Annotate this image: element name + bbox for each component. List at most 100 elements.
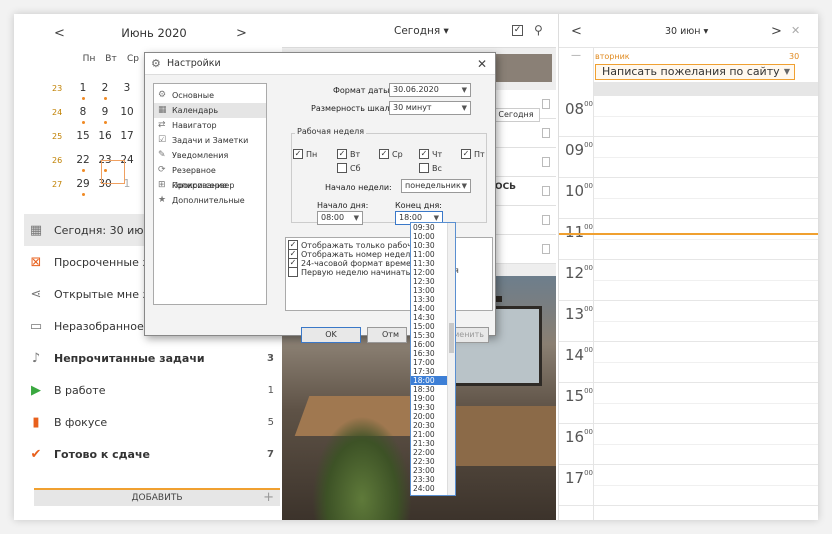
date-format-select[interactable]: 30.06.2020 ▼ <box>389 83 471 97</box>
wrench-icon: ⚙ <box>151 57 161 70</box>
weekday-checkbox[interactable]: ✓ Вт <box>337 149 360 159</box>
show-completed-checkbox[interactable]: ✓ <box>512 25 523 36</box>
settings-nav-item[interactable]: ★ Дополнительные <box>154 193 266 208</box>
dropdown-scrollbar[interactable] <box>447 223 455 495</box>
day-start-label: Начало дня: <box>317 201 369 210</box>
hour-row[interactable]: 1200 <box>559 260 818 301</box>
hour-value: 09 <box>565 141 585 159</box>
calendar-day[interactable]: 2 <box>94 82 116 100</box>
next-month-button[interactable]: > <box>236 26 247 41</box>
settings-nav-label: Уведомления <box>172 151 229 160</box>
checkbox-box[interactable] <box>419 163 429 173</box>
half-hour-line <box>593 444 818 445</box>
calendar-day[interactable]: 17 <box>116 130 138 142</box>
calendar-day[interactable]: 15 <box>72 130 94 142</box>
settings-nav-item[interactable]: ⇄ Навигатор <box>154 118 266 133</box>
hour-row[interactable]: 1000 <box>559 178 818 219</box>
weekday-checkbox[interactable]: ✓ Ср <box>379 149 403 159</box>
hour-row[interactable]: 1700 <box>559 465 818 506</box>
close-icon[interactable]: ✕ <box>791 24 800 37</box>
hour-row[interactable]: 0800 <box>559 96 818 137</box>
week-row: 24 8 9 10 <box>52 106 138 124</box>
next-day-button[interactable]: > <box>771 24 782 39</box>
settings-nav-item[interactable]: ✎ Уведомления <box>154 148 266 163</box>
bookmark-icon[interactable] <box>542 157 550 167</box>
task-list-title[interactable]: Сегодня ▾ <box>394 25 449 37</box>
day-name: вторник <box>595 52 630 61</box>
settings-nav-item[interactable]: ⟳ Резервное копирование <box>154 163 266 190</box>
weekday-checkbox[interactable]: ✓ Чт <box>419 149 442 159</box>
bookmark-icon[interactable] <box>542 128 550 138</box>
hour-row[interactable]: 1300 <box>559 301 818 342</box>
hour-minutes: 00 <box>584 387 594 395</box>
bookmark-icon[interactable] <box>542 244 550 254</box>
calendar-day[interactable]: 22 <box>72 154 94 172</box>
day-start-select[interactable]: 08:00 ▼ <box>317 211 363 225</box>
ok-button[interactable]: OK <box>301 327 361 343</box>
nav-item[interactable]: ✔ Готово к сдаче 7 <box>24 438 284 470</box>
checkbox-box[interactable]: ✓ <box>379 149 389 159</box>
close-icon[interactable]: ✕ <box>477 53 487 75</box>
checkbox-box[interactable] <box>288 267 298 277</box>
cancel-button[interactable]: Отм <box>367 327 407 343</box>
day-end-dropdown[interactable]: 09:30 10:00 10:30 11:00 11:30 12:00 12:30 13:00… <box>410 222 456 496</box>
month-header: < Июнь 2020 > <box>24 26 284 44</box>
calendar-day[interactable]: 8 <box>72 106 94 124</box>
nav-item[interactable]: ▮ В фокусе 5 <box>24 406 284 438</box>
hour-value: 11 <box>565 223 585 241</box>
hour-row[interactable]: 1100 <box>559 219 818 260</box>
calendar-day[interactable]: 9 <box>94 106 116 124</box>
checkbox-box[interactable]: ✓ <box>461 149 471 159</box>
collapse-dash[interactable]: — <box>571 50 581 61</box>
settings-nav-item[interactable]: ▦ Календарь <box>154 103 266 118</box>
scrollbar-thumb[interactable] <box>449 323 454 353</box>
hour-row[interactable]: 1400 <box>559 342 818 383</box>
work-week-label: Рабочая неделя <box>295 127 367 136</box>
bookmark-icon[interactable] <box>542 186 550 196</box>
bookmark-icon[interactable] <box>542 215 550 225</box>
all-day-task[interactable]: Написать пожелания по сайту ▼ <box>595 64 795 80</box>
calendar-day[interactable]: 16 <box>94 130 116 142</box>
weekday-checkbox[interactable]: ✓ Пн <box>293 149 317 159</box>
notify-icon: ✎ <box>158 150 166 160</box>
checkbox-box[interactable]: ✓ <box>419 149 429 159</box>
add-button[interactable]: ДОБАВИТЬ + <box>34 488 280 506</box>
settings-nav-item[interactable]: ☑ Задачи и Заметки <box>154 133 266 148</box>
weekday-checkbox[interactable]: ✓ Пт <box>461 149 485 159</box>
week-start-select[interactable]: понедельник ▼ <box>401 179 471 193</box>
chevron-down-icon[interactable]: ▼ <box>784 65 790 79</box>
hour-row[interactable]: 0900 <box>559 137 818 178</box>
hour-row[interactable]: 1600 <box>559 424 818 465</box>
option-checkbox[interactable]: Первую неделю начинать с п <box>288 267 425 277</box>
hour-value: 08 <box>565 100 585 118</box>
hour-minutes: 00 <box>584 264 594 272</box>
settings-nav-item[interactable]: ⊞ Прокси-сервер <box>154 178 266 193</box>
hour-row[interactable]: 1500 <box>559 383 818 424</box>
prev-month-button[interactable]: < <box>54 26 65 41</box>
checkbox-box[interactable] <box>337 163 347 173</box>
prev-day-button[interactable]: < <box>571 24 582 39</box>
calendar-day[interactable]: 29 <box>72 178 94 196</box>
checkbox-box[interactable]: ✓ <box>337 149 347 159</box>
calendar-day[interactable]: 10 <box>116 106 138 118</box>
scale-select[interactable]: 30 минут ▼ <box>389 101 471 115</box>
checkbox-label: Чт <box>432 149 443 159</box>
plus-icon[interactable]: + <box>263 490 274 506</box>
weekday-checkbox[interactable]: Вс <box>419 163 442 173</box>
calendar-day[interactable]: 3 <box>116 82 138 94</box>
settings-nav-label: Дополнительные <box>172 196 245 205</box>
search-icon[interactable]: ⚲ <box>534 23 543 37</box>
hour-label: 1500 <box>565 387 593 405</box>
nav-item-label: В работе <box>54 383 106 397</box>
day-number: 30 <box>789 52 800 61</box>
calendar-day[interactable]: 1 <box>72 82 94 100</box>
chevron-down-icon: ▼ <box>461 86 467 94</box>
nav-item[interactable]: ♪ Непрочитанные задачи 3 <box>24 342 284 374</box>
weekday-checkbox[interactable]: Сб <box>337 163 361 173</box>
bookmark-icon[interactable] <box>542 99 550 109</box>
nav-item[interactable]: ▶ В работе 1 <box>24 374 284 406</box>
half-hour-line <box>593 485 818 486</box>
settings-nav-item[interactable]: ⚙ Основные <box>154 88 266 103</box>
day-view-title[interactable]: 30 июн ▾ <box>665 26 708 37</box>
checkbox-box[interactable]: ✓ <box>293 149 303 159</box>
